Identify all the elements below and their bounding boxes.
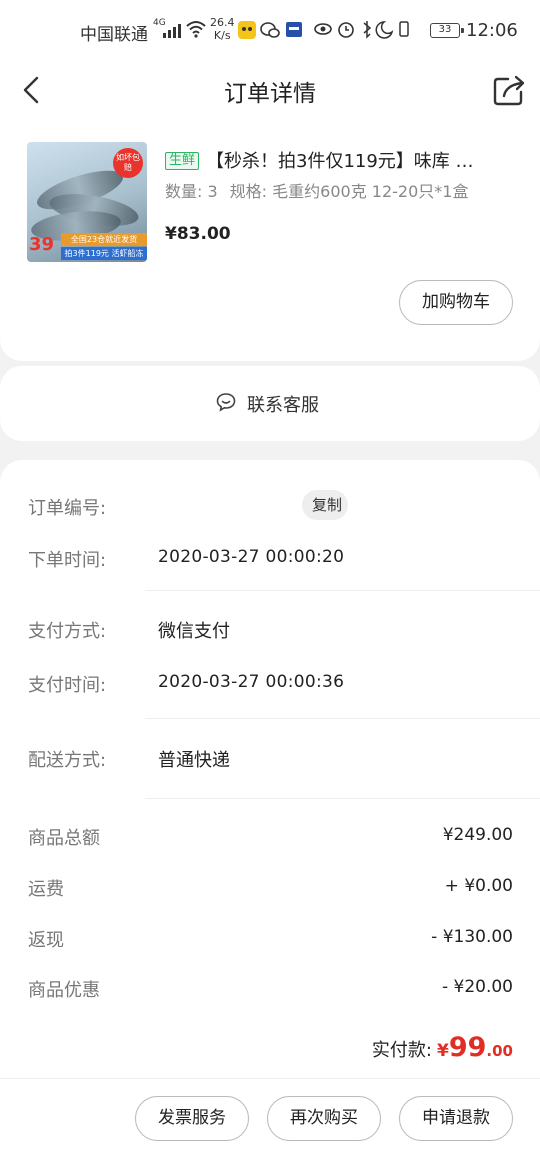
customer-service-label: 联系客服 bbox=[247, 395, 319, 416]
divider bbox=[145, 590, 540, 591]
product-spec: 数量: 3 规格: 毛重约600克 12-20只*1盒 bbox=[165, 178, 480, 202]
pay-method-label: 支付方式: bbox=[28, 621, 107, 642]
divider bbox=[145, 718, 540, 719]
order-time-value: 2020-03-27 00:00:20 bbox=[158, 547, 345, 567]
product-title[interactable]: 【秒杀！拍3件仅119元】味库 … bbox=[206, 147, 486, 173]
share-icon bbox=[493, 75, 525, 106]
discount-label: 商品优惠 bbox=[28, 980, 100, 1001]
product-variant: 规格: 毛重约600克 12-20只*1盒 bbox=[229, 182, 469, 201]
paid-integer: 99 bbox=[448, 1032, 487, 1063]
subtotal-value: ¥249.00 bbox=[442, 825, 513, 845]
order-time-label: 下单时间: bbox=[28, 550, 107, 571]
pay-method-value: 微信支付 bbox=[158, 621, 230, 642]
page-title: 订单详情 bbox=[224, 81, 316, 107]
system-icons bbox=[314, 19, 410, 44]
image-badge: 如坏包赔 bbox=[113, 148, 143, 178]
image-strip-promo: 拍3件119元 活虾船冻 bbox=[61, 247, 147, 260]
battery-icon: 33 bbox=[430, 23, 464, 38]
chat-bubble-icon bbox=[216, 393, 236, 412]
delivery-label: 配送方式: bbox=[28, 750, 107, 771]
notification-icons bbox=[238, 20, 308, 44]
clock: 12:06 bbox=[466, 20, 518, 41]
image-price: 39 bbox=[29, 234, 55, 255]
add-to-cart-button[interactable]: 加购物车 bbox=[399, 280, 513, 325]
order-info-card: 订单编号: 复制 下单时间: 2020-03-27 00:00:20 支付方式:… bbox=[0, 460, 540, 1155]
delivery-value: 普通快递 bbox=[158, 750, 230, 771]
pay-time-label: 支付时间: bbox=[28, 675, 107, 696]
share-button[interactable] bbox=[490, 70, 530, 110]
customer-service-button[interactable]: 联系客服 bbox=[0, 366, 540, 441]
paid-decimal: .00 bbox=[486, 1042, 513, 1060]
nav-header: 订单详情 bbox=[0, 62, 540, 118]
product-card: 如坏包赔 39 全国23仓就近发货 拍3件119元 活虾船冻 生鲜 【秒杀！拍3… bbox=[0, 118, 540, 361]
net-speed: 26.4 K/s bbox=[210, 16, 235, 42]
invoice-button[interactable]: 发票服务 bbox=[135, 1096, 249, 1141]
subtotal-label: 商品总额 bbox=[28, 828, 100, 849]
carrier-label: 中国联通 bbox=[80, 25, 148, 45]
fresh-tag: 生鲜 bbox=[165, 152, 200, 170]
paid-amount: 实付款: ¥99.00 bbox=[372, 1032, 513, 1063]
pay-time-value: 2020-03-27 00:00:36 bbox=[158, 672, 345, 692]
status-bar: 中国联通 4G 26.4 K/s 33 12:06 bbox=[0, 0, 540, 62]
cashback-label: 返现 bbox=[28, 930, 64, 951]
net-speed-value: 26.4 bbox=[210, 16, 235, 29]
signal-icon bbox=[163, 22, 183, 38]
paid-label: 实付款: bbox=[371, 1040, 432, 1061]
cashback-value: - ¥130.00 bbox=[431, 927, 513, 947]
bottom-action-bar: 发票服务 再次购买 申请退款 bbox=[0, 1078, 540, 1155]
rebuy-button[interactable]: 再次购买 bbox=[267, 1096, 381, 1141]
copy-button[interactable]: 复制 bbox=[302, 490, 348, 520]
shipping-label: 运费 bbox=[28, 879, 64, 900]
image-strip-shipping: 全国23仓就近发货 bbox=[61, 233, 147, 246]
net-speed-unit: K/s bbox=[213, 29, 231, 42]
product-quantity: 数量: 3 bbox=[165, 182, 218, 201]
shipping-value: + ¥0.00 bbox=[444, 876, 513, 896]
wifi-icon bbox=[186, 20, 206, 42]
paid-currency: ¥ bbox=[437, 1041, 449, 1061]
discount-value: - ¥20.00 bbox=[441, 977, 513, 997]
divider bbox=[145, 798, 540, 799]
refund-button[interactable]: 申请退款 bbox=[399, 1096, 513, 1141]
product-price: ¥83.00 bbox=[165, 224, 231, 244]
order-number-label: 订单编号: bbox=[28, 498, 107, 519]
product-image[interactable]: 如坏包赔 39 全国23仓就近发货 拍3件119元 活虾船冻 bbox=[27, 142, 147, 262]
